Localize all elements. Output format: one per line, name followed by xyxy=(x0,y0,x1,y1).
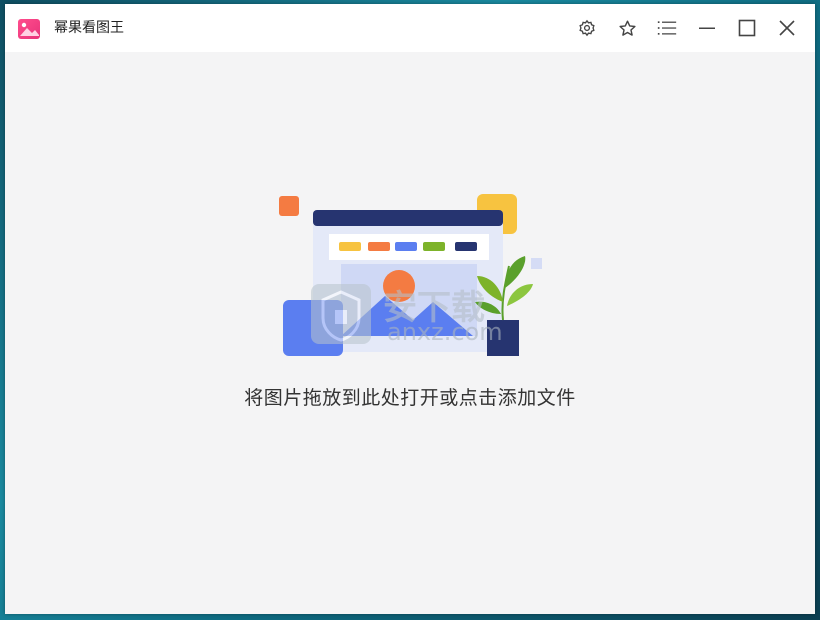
drop-hint-text: 将图片拖放到此处打开或点击添加文件 xyxy=(244,387,576,409)
drop-area[interactable]: 安下载 anxz.com 将图片拖放到此处打开或点击添加文件 xyxy=(5,52,815,614)
close-icon xyxy=(779,20,795,36)
list-menu-icon xyxy=(657,21,677,35)
maximize-icon xyxy=(738,19,756,37)
favorite-button[interactable] xyxy=(616,17,638,39)
menu-button[interactable] xyxy=(656,17,678,39)
gear-icon xyxy=(579,19,595,37)
title-bar[interactable]: 幂果看图王 xyxy=(5,4,815,52)
gallery-logo-icon xyxy=(18,19,40,39)
maximize-button[interactable] xyxy=(736,17,758,39)
watermark-subtext: anxz.com xyxy=(387,318,503,346)
minimize-icon xyxy=(699,27,715,29)
app-title: 幂果看图王 xyxy=(54,20,124,36)
settings-button[interactable] xyxy=(576,17,598,39)
star-icon xyxy=(618,20,636,36)
app-window: 幂果看图王 安下载 anxz.com 将图片拖放到此处打开或点击添加文件 xyxy=(5,4,815,614)
close-button[interactable] xyxy=(776,17,798,39)
minimize-button[interactable] xyxy=(696,17,718,39)
